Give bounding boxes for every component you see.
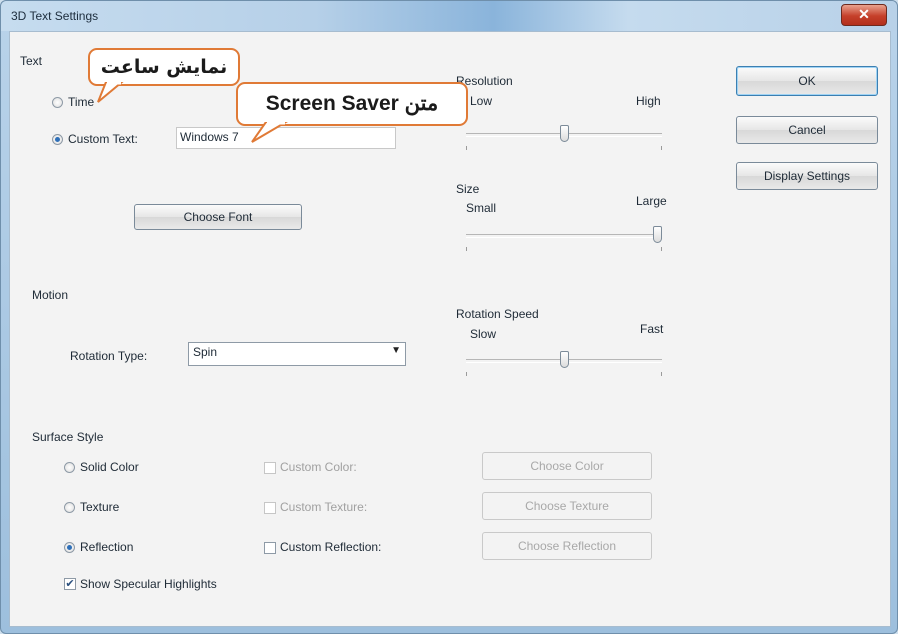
resolution-max-label: High (636, 94, 661, 108)
custom-text-callout-pointer (251, 122, 288, 143)
custom-color-label: Custom Color: (280, 460, 357, 474)
rotation-speed-label: Rotation Speed (456, 307, 539, 321)
texture-radio[interactable] (64, 502, 75, 513)
window-title: 3D Text Settings (11, 9, 99, 23)
cancel-button[interactable]: Cancel (736, 116, 878, 144)
reflection-radio[interactable] (64, 542, 75, 553)
dialog-body: Text Time Custom Text: Windows 7 Choose … (9, 31, 891, 627)
size-slider-thumb[interactable] (653, 226, 662, 243)
motion-heading: Motion (32, 288, 69, 302)
title-bar[interactable]: 3D Text Settings ✕ (1, 1, 897, 31)
ok-button[interactable]: OK (736, 66, 878, 96)
choose-color-button[interactable]: Choose Color (482, 452, 652, 480)
time-radio[interactable] (52, 97, 63, 108)
size-tick-max (661, 247, 662, 251)
speed-tick-min (466, 372, 467, 376)
speed-min-label: Slow (470, 327, 497, 341)
custom-text-radio-label: Custom Text: (68, 132, 138, 146)
size-label: Size (456, 182, 480, 196)
custom-reflection-label: Custom Reflection: (280, 540, 382, 554)
resolution-slider-thumb[interactable] (560, 125, 569, 142)
custom-text-radio[interactable] (52, 134, 63, 145)
checkmark-icon: ✔ (65, 578, 75, 590)
dialog-window: 3D Text Settings ✕ Text Time Custom Text… (0, 0, 898, 634)
solid-color-radio[interactable] (64, 462, 75, 473)
custom-text-annotation-callout: متن Screen Saver (236, 82, 468, 126)
size-max-label: Large (636, 194, 667, 208)
solid-color-label: Solid Color (80, 460, 139, 474)
rotation-type-label: Rotation Type: (70, 349, 148, 363)
size-min-label: Small (466, 201, 497, 215)
size-track (466, 234, 662, 238)
size-tick-min (466, 247, 467, 251)
speed-tick-max (661, 372, 662, 376)
custom-texture-label: Custom Texture: (280, 500, 368, 514)
choose-font-button[interactable]: Choose Font (134, 204, 302, 230)
rotation-type-dropdown[interactable]: Spin ▼ (188, 342, 406, 366)
time-radio-label: Time (68, 95, 95, 109)
resolution-tick-max (661, 146, 662, 150)
specular-highlights-checkbox[interactable]: ✔ (64, 578, 76, 590)
time-callout-pointer (97, 82, 124, 103)
texture-label: Texture (80, 500, 120, 514)
text-heading: Text (20, 54, 43, 68)
choose-reflection-button[interactable]: Choose Reflection (482, 532, 652, 560)
specular-highlights-label: Show Specular Highlights (80, 577, 217, 591)
close-icon: ✕ (858, 6, 870, 22)
surface-style-heading: Surface Style (32, 430, 104, 444)
time-annotation-callout: نمایش ساعت (88, 48, 240, 86)
reflection-label: Reflection (80, 540, 134, 554)
close-button[interactable]: ✕ (841, 4, 887, 26)
custom-reflection-checkbox[interactable] (264, 542, 276, 554)
resolution-tick-min (466, 146, 467, 150)
display-settings-button[interactable]: Display Settings (736, 162, 878, 190)
resolution-min-label: Low (470, 94, 493, 108)
chevron-down-icon: ▼ (391, 345, 401, 356)
rotation-type-value: Spin (193, 345, 218, 359)
speed-max-label: Fast (640, 322, 664, 336)
time-annotation-text: نمایش ساعت (100, 56, 228, 78)
speed-slider-thumb[interactable] (560, 351, 569, 368)
custom-color-checkbox[interactable] (264, 462, 276, 474)
custom-texture-checkbox[interactable] (264, 502, 276, 514)
custom-text-annotation-text: متن Screen Saver (265, 92, 439, 115)
choose-texture-button[interactable]: Choose Texture (482, 492, 652, 520)
